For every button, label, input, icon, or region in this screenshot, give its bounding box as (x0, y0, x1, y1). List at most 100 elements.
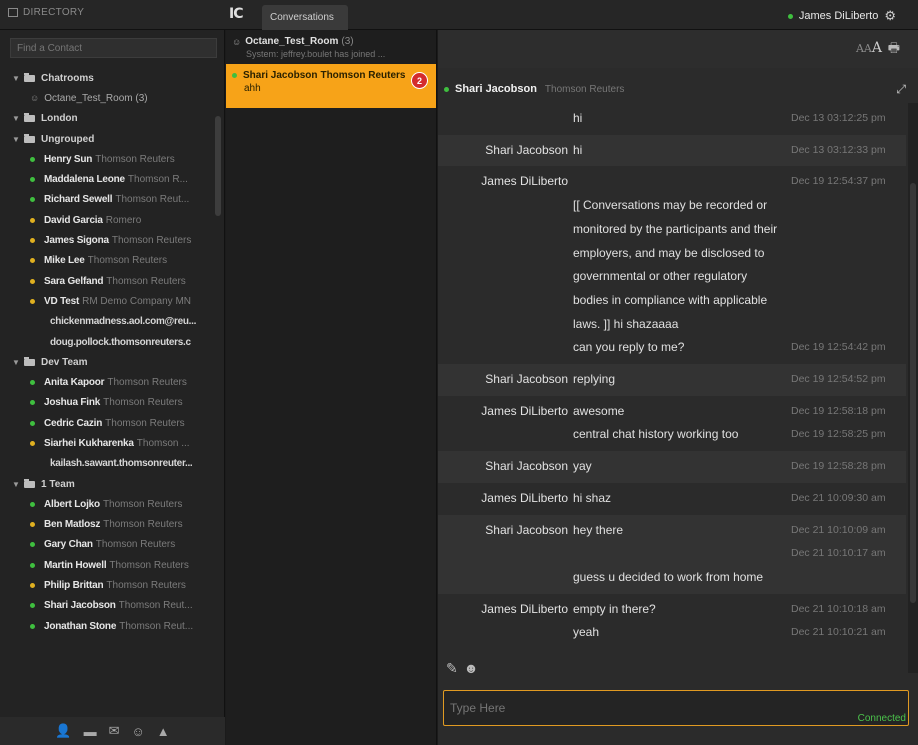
contact-item[interactable]: VD Test RM Demo Company MN (0, 291, 215, 311)
chat-scrollbar[interactable] (908, 103, 918, 673)
chevron-down-icon[interactable]: ▼ (12, 114, 24, 123)
contact-item[interactable]: Henry Sun Thomson Reuters (0, 149, 215, 169)
message-timestamp (791, 313, 906, 337)
user-menu[interactable]: James DiLiberto ⚙ (787, 8, 896, 24)
contact-org: RM Demo Company MN (82, 295, 192, 307)
directory-label: DIRECTORY (23, 7, 85, 18)
message-text: hi (573, 111, 583, 125)
message-text: yeah (573, 625, 600, 640)
contact-item[interactable]: James Sigona Thomson Reuters (0, 230, 215, 250)
message-sender: James DiLiberto (481, 174, 568, 189)
directory-scrollbar[interactable] (215, 116, 221, 216)
directory-tab[interactable]: DIRECTORY (8, 7, 84, 18)
message-timestamp: Dec 13 03:12:33 pm (791, 143, 886, 156)
message-group: hi Dec 13 03:12:25 pm (438, 103, 906, 135)
contact-name: Maddalena Leone (44, 174, 125, 186)
contact-item[interactable]: Richard Sewell Thomson Reut... (0, 190, 215, 210)
folder-icon (24, 113, 35, 123)
message-sender: James DiLiberto (481, 601, 568, 616)
contact-item[interactable]: Mike Lee Thomson Reuters (0, 251, 215, 271)
chatroom-item[interactable]: ☺ Octane_Test_Room (3) (0, 88, 215, 108)
tab-conversations[interactable]: Conversations (262, 5, 348, 30)
directory-group[interactable]: ▼ Dev Team (0, 352, 215, 372)
contact-item[interactable]: Maddalena Leone Thomson R... (0, 169, 215, 189)
contact-email-item[interactable]: kailash.sawant.thomsonreuter... (0, 454, 215, 474)
contact-name: Siarhei Kukharenka (44, 437, 134, 449)
contact-item[interactable]: David Garcia Romero (0, 210, 215, 230)
contact-email-item[interactable]: doug.pollock.thomsonreuters.c (0, 332, 215, 352)
contact-item[interactable]: Anita Kapoor Thomson Reuters (0, 372, 215, 392)
contact-name: Cedric Cazin (44, 417, 103, 429)
message-timestamp: Dec 19 12:58:25 pm (791, 428, 886, 441)
conversation-org: Thomson Reuters (320, 70, 406, 81)
group-label: Dev Team (41, 356, 88, 368)
message-input[interactable] (443, 690, 909, 726)
conversation-item-room[interactable]: ☺ Octane_Test_Room (3) System: jeffrey.b… (226, 30, 436, 64)
contact-item[interactable]: Cedric Cazin Thomson Reuters (0, 413, 215, 433)
directory-group[interactable]: ▼ 1 Team (0, 474, 215, 494)
add-contact-icon[interactable]: 👤 (55, 723, 71, 739)
message-text: empty in there? (573, 601, 656, 616)
contact-org: Thomson Reut... (119, 620, 194, 632)
attach-icon[interactable]: ✎ (446, 660, 458, 677)
conversation-item-shari[interactable]: Shari Jacobson Thomson Reuters ahh 2 (226, 64, 436, 108)
message-text: monitored by the participants and their (573, 221, 778, 236)
message-group: James DiLiberto Dec 19 12:54:37 pm [[ Con… (438, 166, 906, 364)
contact-email: chickenmadness.aol.com@reu... (50, 316, 197, 328)
mail-icon[interactable]: ✉ (109, 723, 120, 739)
folder-icon (24, 133, 35, 143)
directory-group[interactable]: ▼ London (0, 109, 215, 129)
message-line: governmental or other regulatory (573, 265, 906, 289)
contact-item[interactable]: Joshua Fink Thomson Reuters (0, 393, 215, 413)
message-line: central chat history working too Dec 19 1… (573, 423, 906, 447)
message-timestamp: Dec 21 10:10:18 am (791, 602, 886, 615)
message-group: James DiLiberto awesome Dec 19 12:58:18 pm… (438, 396, 906, 451)
chevron-down-icon[interactable]: ▼ (12, 74, 24, 83)
contact-item[interactable]: Gary Chan Thomson Reuters (0, 535, 215, 555)
group-label: 1 Team (41, 478, 75, 490)
chevron-down-icon[interactable]: ▼ (12, 480, 24, 489)
contact-name: Anita Kapoor (44, 377, 105, 389)
message-text: hi (573, 142, 583, 157)
message-timestamp: Dec 21 10:10:21 am (791, 626, 886, 639)
message-text: central chat history working too (573, 427, 739, 442)
popout-icon[interactable]: ⤢ (896, 82, 906, 97)
contact-org: Thomson Reuters (106, 580, 186, 592)
message-timestamp (791, 218, 906, 242)
contact-item[interactable]: Ben Matlosz Thomson Reuters (0, 515, 215, 535)
contact-item[interactable]: Sara Gelfand Thomson Reuters (0, 271, 215, 291)
contact-item[interactable]: Martin Howell Thomson Reuters (0, 555, 215, 575)
contact-item[interactable]: Jonathan Stone Thomson Reut... (0, 616, 215, 636)
message-sender (438, 107, 573, 131)
alert-icon[interactable]: ▲ (157, 724, 170, 739)
contact-item[interactable]: Albert Lojko Thomson Reuters (0, 494, 215, 514)
font-size-control[interactable]: AAA (856, 40, 882, 56)
status-dot (30, 278, 35, 284)
status-dot (30, 603, 35, 609)
message-text (573, 170, 791, 194)
conversation-preview: ahh (244, 83, 261, 94)
contact-org: Thomson Reut... (118, 600, 193, 612)
gear-icon[interactable]: ⚙ (884, 8, 896, 24)
contact-name: David Garcia (44, 214, 103, 226)
search-input[interactable] (10, 38, 217, 58)
message-group: James DiLiberto hi shaz Dec 21 10:09:30 am (438, 483, 906, 515)
contact-email-item[interactable]: chickenmadness.aol.com@reu... (0, 312, 215, 332)
message-sender: Shari Jacobson (485, 372, 568, 387)
emoji-icon[interactable]: ☻ (464, 660, 479, 677)
chatroom-icon: ☺ (232, 36, 242, 47)
folder-icon[interactable]: ▬ (84, 724, 97, 739)
chatroom-icon[interactable]: ☺ (131, 724, 144, 739)
contact-item[interactable]: Shari Jacobson Thomson Reut... (0, 596, 215, 616)
chevron-down-icon[interactable]: ▼ (12, 358, 24, 367)
chevron-down-icon[interactable]: ▼ (12, 135, 24, 144)
contact-email: doug.pollock.thomsonreuters.c (50, 336, 191, 348)
contact-item[interactable]: Siarhei Kukharenka Thomson ... (0, 433, 215, 453)
conversation-preview: System: jeffrey.boulet has joined ... (246, 49, 386, 59)
print-icon[interactable]: 🖶 (888, 39, 900, 61)
contact-item[interactable]: Philip Brittan Thomson Reuters (0, 575, 215, 595)
message-line: awesome Dec 19 12:58:18 pm (573, 400, 906, 424)
directory-group[interactable]: ▼ Ungrouped (0, 129, 215, 149)
message-line: yeah Dec 21 10:10:21 am (573, 621, 906, 645)
directory-group[interactable]: ▼ Chatrooms (0, 68, 215, 88)
